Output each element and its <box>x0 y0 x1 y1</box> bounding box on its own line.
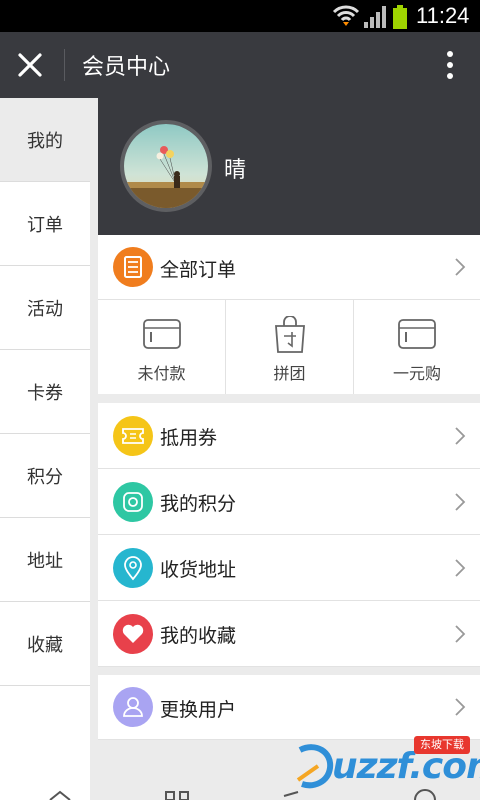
location-pin-icon <box>113 548 153 588</box>
status-bar: 11:24 <box>0 0 480 32</box>
battery-icon <box>393 5 407 29</box>
page-title: 会员中心 <box>82 55 171 80</box>
wallet-icon <box>398 319 436 349</box>
sidebar-item-label: 地址 <box>27 550 63 572</box>
favorites-row[interactable]: 我的收藏 <box>98 601 480 667</box>
sidebar: 我的 订单 活动 卡券 积分 地址 收藏 <box>0 98 90 800</box>
more-options-icon[interactable] <box>440 50 460 80</box>
main-content: 晴 全部订单 未付款 拼团 一元购 抵用券 我的积分 收货地址 我的收藏 更换用… <box>98 98 480 800</box>
menu-label: 我的积分 <box>160 493 237 515</box>
sidebar-item-favorites[interactable]: 收藏 <box>0 602 90 686</box>
switch-user-row[interactable]: 更换用户 <box>98 675 480 740</box>
sidebar-item-mine[interactable]: 我的 <box>0 98 90 182</box>
order-tab-one-yuan[interactable]: 一元购 <box>354 300 480 394</box>
sidebar-item-label: 我的 <box>27 130 63 152</box>
avatar[interactable] <box>120 120 212 212</box>
signal-icon <box>364 6 386 28</box>
wifi-icon <box>332 5 360 26</box>
order-tab-unpaid[interactable]: 未付款 <box>98 300 226 394</box>
user-icon <box>113 687 153 727</box>
sidebar-item-label: 收藏 <box>27 634 63 656</box>
switch-user-label: 更换用户 <box>160 699 237 721</box>
chevron-right-icon <box>455 698 466 716</box>
username: 晴 <box>224 158 247 183</box>
menu-label: 我的收藏 <box>160 625 237 647</box>
menu-label: 抵用券 <box>160 427 218 449</box>
sidebar-item-label: 积分 <box>27 466 63 488</box>
clock-time: 11:24 <box>416 3 470 28</box>
title-bar: 会员中心 <box>0 32 480 98</box>
sidebar-item-label: 活动 <box>27 298 63 320</box>
chevron-right-icon <box>455 625 466 643</box>
sidebar-item-orders[interactable]: 订单 <box>0 182 90 266</box>
chevron-right-icon <box>455 427 466 445</box>
chevron-right-icon <box>455 493 466 511</box>
avatar-image <box>124 124 208 208</box>
shopping-bag-icon <box>275 316 305 353</box>
wallet-icon <box>143 319 181 349</box>
watermark-logo: uzzf.com 东坡下载 <box>296 736 480 792</box>
coupons-row[interactable]: 抵用券 <box>98 403 480 469</box>
sidebar-gutter <box>90 98 98 800</box>
sidebar-item-label: 订单 <box>27 214 63 236</box>
address-row[interactable]: 收货地址 <box>98 535 480 601</box>
coupon-icon <box>113 416 153 456</box>
sidebar-item-activities[interactable]: 活动 <box>0 266 90 350</box>
order-tab-label: 拼团 <box>273 364 306 383</box>
sidebar-item-coupons[interactable]: 卡券 <box>0 350 90 434</box>
chevron-right-icon <box>455 559 466 577</box>
points-row[interactable]: 我的积分 <box>98 469 480 535</box>
all-orders-label: 全部订单 <box>160 259 237 281</box>
sidebar-item-points[interactable]: 积分 <box>0 434 90 518</box>
order-status-grid: 未付款 拼团 一元购 <box>98 300 480 394</box>
order-tab-group-buy[interactable]: 拼团 <box>226 300 354 394</box>
close-icon[interactable] <box>16 51 44 79</box>
orders-list-icon <box>113 247 153 287</box>
points-icon <box>113 482 153 522</box>
watermark-swoosh-icon <box>296 744 334 789</box>
chevron-right-icon <box>455 258 466 276</box>
menu-label: 收货地址 <box>160 559 237 581</box>
sidebar-item-address[interactable]: 地址 <box>0 518 90 602</box>
order-tab-label: 一元购 <box>392 364 441 383</box>
heart-icon <box>113 614 153 654</box>
order-tab-label: 未付款 <box>137 364 186 383</box>
profile-header: 晴 <box>98 98 480 235</box>
title-divider <box>64 49 65 81</box>
sidebar-item-label: 卡券 <box>27 382 63 404</box>
all-orders-row[interactable]: 全部订单 <box>98 235 480 300</box>
watermark-badge: 东坡下载 <box>414 736 470 754</box>
